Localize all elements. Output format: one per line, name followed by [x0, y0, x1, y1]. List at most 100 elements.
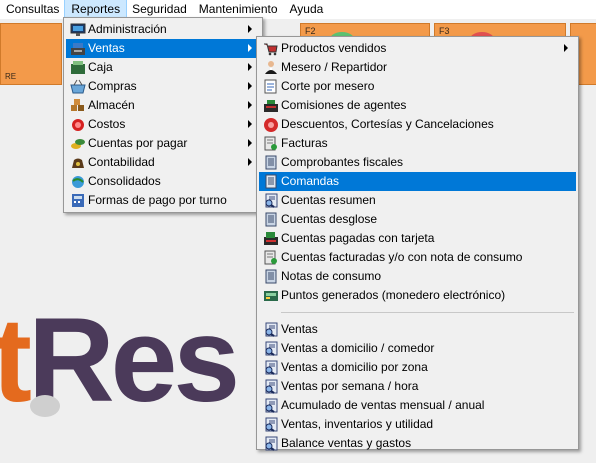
reportes-item-administracion[interactable]: Administración — [66, 20, 260, 39]
document-icon — [263, 155, 279, 170]
register-icon — [70, 41, 86, 56]
ventas-report-item-ventas-por-semana-hora[interactable]: Ventas por semana / hora — [259, 377, 576, 396]
menu-item-label: Caja — [88, 60, 113, 74]
menu-item-label: Mesero / Repartidor — [281, 60, 388, 74]
toolbar-button-1[interactable]: RE — [0, 23, 62, 85]
ventas-item-comprobantes-fiscales[interactable]: Comprobantes fiscales — [259, 153, 576, 172]
invoice-icon — [263, 136, 279, 151]
document-icon — [263, 269, 279, 284]
magnifier-report-icon — [263, 341, 279, 356]
submenu-arrow-icon — [248, 25, 252, 33]
ventas-item-cuentas-pagadas-con-tarjeta[interactable]: Cuentas pagadas con tarjeta — [259, 229, 576, 248]
menu-item-label: Descuentos, Cortesías y Cancelaciones — [281, 117, 494, 131]
magnifier-report-icon — [263, 417, 279, 432]
ventas-report-item-acumulado-de-ventas-mensual-anual[interactable]: Acumulado de ventas mensual / anual — [259, 396, 576, 415]
invoice-icon — [263, 250, 279, 265]
order-ticket-icon — [263, 174, 279, 189]
ventas-report-item-ventas-a-domicilio-comedor[interactable]: Ventas a domicilio / comedor — [259, 339, 576, 358]
magnifier-report-icon — [263, 193, 279, 208]
reportes-item-caja[interactable]: Caja — [66, 58, 260, 77]
reportes-item-cuentas-por-pagar[interactable]: Cuentas por pagar — [66, 134, 260, 153]
reportes-item-formas-de-pago-por-turno[interactable]: Formas de pago por turno — [66, 191, 260, 210]
submenu-arrow-icon — [248, 120, 252, 128]
menu-item-label: Comandas — [281, 174, 340, 188]
globe-icon — [70, 174, 86, 189]
ventas-item-mesero-repartidor[interactable]: Mesero / Repartidor — [259, 58, 576, 77]
logo-swoosh — [30, 395, 60, 417]
ventas-item-corte-por-mesero[interactable]: Corte por mesero — [259, 77, 576, 96]
f3-key-label: F3 — [439, 26, 450, 36]
money-bag-icon — [70, 155, 86, 170]
menu-item-label: Notas de consumo — [281, 269, 382, 283]
ventas-item-cuentas-resumen[interactable]: Cuentas resumen — [259, 191, 576, 210]
reportes-item-costos[interactable]: Costos — [66, 115, 260, 134]
ventas-item-facturas[interactable]: Facturas — [259, 134, 576, 153]
ventas-item-comisiones-de-agentes[interactable]: Comisiones de agentes — [259, 96, 576, 115]
points-icon — [263, 288, 279, 303]
ventas-item-notas-de-consumo[interactable]: Notas de consumo — [259, 267, 576, 286]
ventas-report-item-ventas-a-domicilio-por-zona[interactable]: Ventas a domicilio por zona — [259, 358, 576, 377]
menu-item-label: Ventas — [281, 322, 318, 336]
menu-separator — [281, 312, 574, 313]
submenu-arrow-icon — [564, 44, 568, 52]
menu-item-label: Formas de pago por turno — [88, 193, 227, 207]
menu-item-label: Administración — [88, 22, 167, 36]
ventas-item-puntos-generados-monedero-electronico[interactable]: Puntos generados (monedero electrónico) — [259, 286, 576, 305]
submenu-arrow-icon — [248, 63, 252, 71]
ventas-item-cuentas-facturadas-y-o-con-nota-de-consumo[interactable]: Cuentas facturadas y/o con nota de consu… — [259, 248, 576, 267]
reportes-item-contabilidad[interactable]: Contabilidad — [66, 153, 260, 172]
submenu-arrow-icon — [248, 44, 252, 52]
menu-item-label: Compras — [88, 79, 137, 93]
ventas-item-cuentas-desglose[interactable]: Cuentas desglose — [259, 210, 576, 229]
submenu-arrow-icon — [248, 139, 252, 147]
ventas-report-item-ventas[interactable]: Ventas — [259, 320, 576, 339]
ventas-item-productos-vendidos[interactable]: Productos vendidos — [259, 39, 576, 58]
discount-icon — [263, 117, 279, 132]
menu-item-label: Comprobantes fiscales — [281, 155, 404, 169]
menu-item-label: Productos vendidos — [281, 41, 387, 55]
menu-item-label: Cuentas desglose — [281, 212, 378, 226]
menu-item-label: Cuentas resumen — [281, 193, 376, 207]
ventas-report-item-ventas-inventarios-y-utilidad[interactable]: Ventas, inventarios y utilidad — [259, 415, 576, 434]
menu-item-label: Contabilidad — [88, 155, 155, 169]
magnifier-report-icon — [263, 398, 279, 413]
ventas-item-descuentos-cortesias-y-cancelaciones[interactable]: Descuentos, Cortesías y Cancelaciones — [259, 115, 576, 134]
reportes-item-consolidados[interactable]: Consolidados — [66, 172, 260, 191]
basket-icon — [70, 79, 86, 94]
menu-item-label: Balance ventas y gastos — [281, 436, 412, 450]
ventas-submenu: Productos vendidos Mesero / Repartidor Cor… — [256, 36, 579, 453]
monitor-icon — [70, 22, 86, 37]
magnifier-report-icon — [263, 322, 279, 337]
menu-item-label: Ventas — [88, 41, 125, 55]
submenu-arrow-icon — [248, 101, 252, 109]
menu-item-label: Acumulado de ventas mensual / anual — [281, 398, 485, 412]
cash-register-icon — [263, 98, 279, 113]
menu-item-label: Ventas a domicilio / comedor — [281, 341, 435, 355]
f2-key-label: F2 — [305, 26, 316, 36]
reportes-item-compras[interactable]: Compras — [66, 77, 260, 96]
costs-icon — [70, 117, 86, 132]
coins-icon — [70, 136, 86, 151]
ventas-item-comandas[interactable]: Comandas — [259, 172, 576, 191]
boxes-icon — [70, 98, 86, 113]
menu-item-label: Cuentas por pagar — [88, 136, 188, 150]
ventas-report-item-balance-ventas-y-gastos[interactable]: Balance ventas y gastos — [259, 434, 576, 453]
cashbox-icon — [70, 60, 86, 75]
card-register-icon — [263, 231, 279, 246]
magnifier-report-icon — [263, 436, 279, 451]
menu-ayuda[interactable]: Ayuda — [284, 0, 330, 19]
menu-item-label: Costos — [88, 117, 126, 131]
menu-consultas[interactable]: Consultas — [0, 0, 65, 19]
menu-item-label: Comisiones de agentes — [281, 98, 407, 112]
reportes-item-ventas[interactable]: Ventas — [66, 39, 260, 58]
menu-item-label: Ventas, inventarios y utilidad — [281, 417, 434, 431]
menu-item-label: Ventas por semana / hora — [281, 379, 419, 393]
menu-item-label: Consolidados — [88, 174, 161, 188]
cart-icon — [263, 41, 279, 56]
menu-item-label: Puntos generados (monedero electrónico) — [281, 288, 506, 302]
magnifier-report-icon — [263, 379, 279, 394]
menu-item-label: Ventas a domicilio por zona — [281, 360, 428, 374]
reportes-item-almacen[interactable]: Almacén — [66, 96, 260, 115]
menu-item-label: Almacén — [88, 98, 135, 112]
menu-item-label: Cuentas pagadas con tarjeta — [281, 231, 435, 245]
